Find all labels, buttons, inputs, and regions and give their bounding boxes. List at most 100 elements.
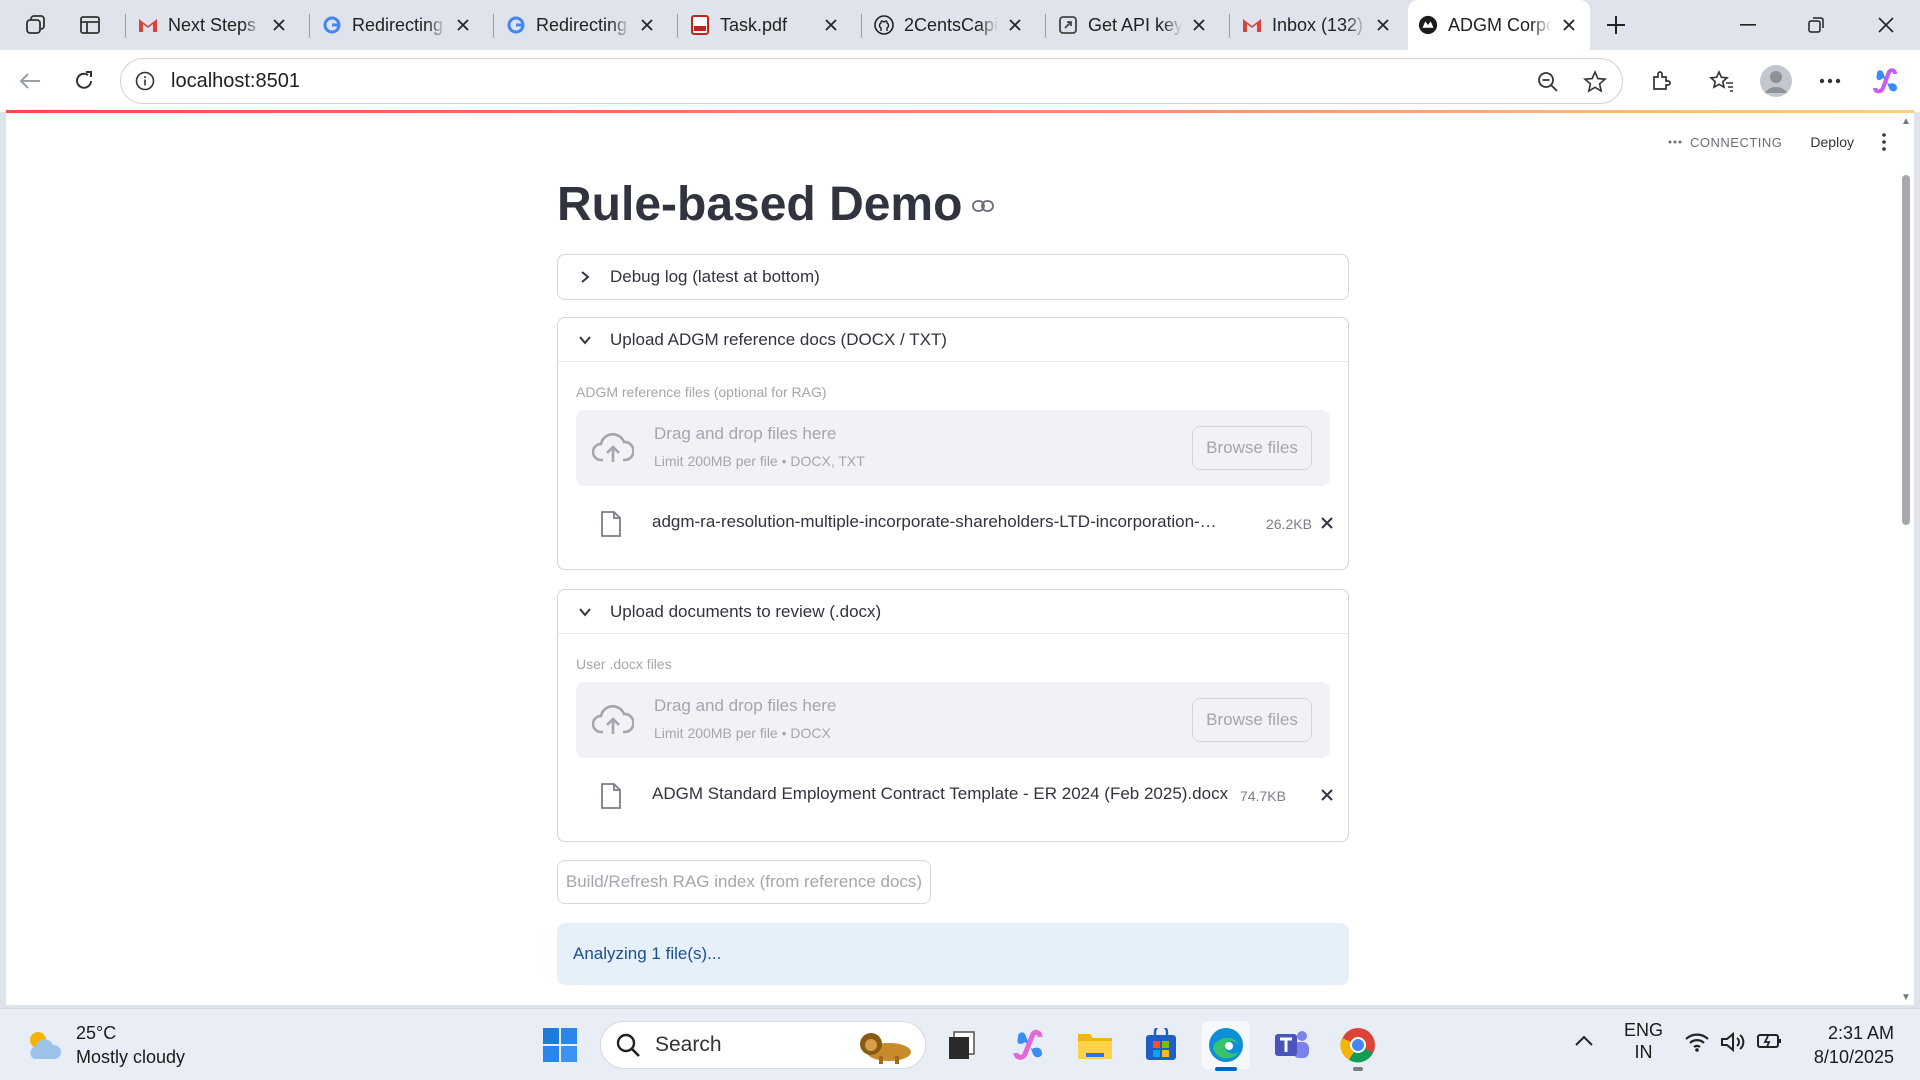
page-title-text: Rule-based Demo: [557, 178, 963, 231]
reference-dropzone[interactable]: Drag and drop files here Limit 200MB per…: [576, 410, 1330, 486]
close-icon[interactable]: [452, 14, 474, 36]
page-scrollbar[interactable]: [1902, 175, 1910, 525]
tab-title: Redirecting: [352, 14, 444, 35]
gmail-icon: [1242, 15, 1262, 35]
edge-browser-icon[interactable]: [1202, 1021, 1250, 1069]
chevron-down-icon: [574, 335, 596, 345]
battery-icon[interactable]: [1756, 1031, 1784, 1056]
github-icon: [874, 15, 894, 35]
tab-title: Inbox (132): [1272, 14, 1364, 35]
build-rag-index-button[interactable]: Build/Refresh RAG index (from reference …: [557, 860, 931, 904]
tab-redirecting-1[interactable]: Redirecting: [312, 5, 484, 45]
dropzone-title: Drag and drop files here: [654, 424, 837, 443]
review-docs-title: Upload documents to review (.docx): [610, 601, 882, 621]
clock-date: 8/10/2025: [1813, 1047, 1894, 1067]
back-icon[interactable]: [12, 63, 48, 99]
microsoft-store-icon[interactable]: [1137, 1021, 1185, 1069]
scroll-up-arrow[interactable]: ▲: [1900, 117, 1912, 127]
chevron-down-icon: [574, 607, 596, 617]
dropzone-title: Drag and drop files here: [654, 696, 837, 715]
review-docs-header[interactable]: Upload documents to review (.docx): [558, 590, 1348, 634]
reference-docs-body: ADGM reference files (optional for RAG) …: [558, 384, 1348, 556]
workspaces-icon[interactable]: [18, 8, 54, 42]
tab-separator: [1045, 14, 1046, 38]
file-icon: [601, 511, 621, 537]
file-explorer-icon[interactable]: [1071, 1021, 1119, 1069]
active-app-indicator: [1215, 1067, 1237, 1071]
uploaded-file-row: adgm-ra-resolution-multiple-incorporate-…: [576, 486, 1333, 556]
teams-icon[interactable]: [1268, 1021, 1316, 1069]
taskbar-search[interactable]: Search: [600, 1021, 926, 1069]
windows-taskbar: 25°C Mostly cloudy Search ENG IN 2:31 AM…: [0, 1008, 1920, 1080]
new-tab-icon[interactable]: [1598, 8, 1634, 42]
remove-file-icon[interactable]: [1314, 510, 1340, 536]
zoom-icon[interactable]: [1536, 70, 1560, 94]
tab-redirecting-2[interactable]: Redirecting: [496, 5, 668, 45]
address-bar[interactable]: localhost:8501: [120, 58, 1623, 104]
debug-log-header[interactable]: Debug log (latest at bottom): [558, 255, 1348, 299]
info-alert-text: Analyzing 1 file(s)...: [573, 944, 722, 963]
windows-start-icon[interactable]: [536, 1021, 584, 1069]
language-code: ENG: [1624, 1020, 1664, 1040]
search-highlight-lion-icon: [860, 1033, 911, 1064]
clock-time: 2:31 AM: [1827, 1023, 1894, 1043]
tab-github[interactable]: 2CentsCapital: [864, 5, 1036, 45]
close-icon[interactable]: [268, 14, 290, 36]
copilot-icon[interactable]: [1868, 63, 1904, 99]
reference-files-label: ADGM reference files (optional for RAG): [576, 384, 827, 400]
scroll-down-arrow[interactable]: ▼: [1900, 993, 1912, 1003]
review-docs-body: User .docx files Drag and drop files her…: [558, 656, 1348, 828]
system-clock[interactable]: 2:31 AM 8/10/2025: [1814, 1021, 1894, 1069]
profile-avatar[interactable]: [1756, 63, 1796, 99]
window-close-icon[interactable]: [1852, 0, 1920, 50]
close-icon[interactable]: [1004, 14, 1026, 36]
review-dropzone[interactable]: Drag and drop files here Limit 200MB per…: [576, 682, 1330, 758]
extensions-icon[interactable]: [1643, 63, 1679, 99]
refresh-icon[interactable]: [66, 63, 102, 99]
deploy-button[interactable]: Deploy: [1810, 134, 1854, 150]
close-icon[interactable]: [636, 14, 658, 36]
more-menu-icon[interactable]: [1812, 63, 1848, 99]
tab-actions-icon[interactable]: [72, 8, 108, 42]
copilot-taskbar-icon[interactable]: [1005, 1021, 1053, 1069]
close-icon[interactable]: [820, 14, 842, 36]
tab-title: Get API key: [1088, 14, 1182, 35]
tab-next-steps[interactable]: Next Steps: [128, 5, 300, 45]
weather-widget[interactable]: 25°C Mostly cloudy: [24, 1021, 185, 1069]
main-menu-icon[interactable]: [1882, 133, 1886, 151]
tab-task-pdf[interactable]: Task.pdf: [680, 5, 852, 45]
site-info-icon[interactable]: [135, 71, 155, 91]
reference-docs-header[interactable]: Upload ADGM reference docs (DOCX / TXT): [558, 318, 1348, 362]
favorites-icon[interactable]: [1704, 63, 1740, 99]
tab-adgm-active[interactable]: ADGM Corporate: [1408, 0, 1590, 50]
page-icon: [1058, 15, 1078, 35]
browser-tab-strip: Next Steps Redirecting Redirecting Task.…: [0, 0, 1920, 50]
tab-separator: [493, 14, 494, 38]
volume-icon[interactable]: [1720, 1031, 1746, 1058]
tab-inbox[interactable]: Inbox (132): [1232, 5, 1404, 45]
wifi-icon[interactable]: [1684, 1031, 1710, 1058]
language-indicator[interactable]: ENG IN: [1624, 1019, 1663, 1063]
show-hidden-icons-chevron[interactable]: [1574, 1031, 1594, 1052]
chrome-icon[interactable]: [1334, 1021, 1382, 1069]
tab-separator: [309, 14, 310, 38]
minimize-icon[interactable]: [1714, 0, 1782, 50]
uploaded-file-size: 26.2KB: [1266, 516, 1312, 532]
remove-file-icon[interactable]: [1314, 782, 1340, 808]
favorite-star-icon[interactable]: [1582, 69, 1608, 95]
browse-files-button[interactable]: Browse files: [1192, 698, 1312, 742]
restore-icon[interactable]: [1782, 0, 1850, 50]
task-view-icon[interactable]: [938, 1021, 986, 1069]
close-icon[interactable]: [1558, 14, 1580, 36]
weather-condition: Mostly cloudy: [76, 1047, 186, 1067]
review-docs-expander: Upload documents to review (.docx) User …: [557, 589, 1349, 842]
browser-toolbar: localhost:8501: [0, 50, 1920, 112]
close-icon[interactable]: [1188, 14, 1210, 36]
debug-log-expander[interactable]: Debug log (latest at bottom): [557, 254, 1349, 300]
pdf-icon: [690, 15, 710, 35]
tab-get-api-key[interactable]: Get API key: [1048, 5, 1220, 45]
browse-files-button[interactable]: Browse files: [1192, 426, 1312, 470]
tab-title: Task.pdf: [720, 14, 788, 35]
link-icon[interactable]: [972, 192, 995, 218]
close-icon[interactable]: [1372, 14, 1394, 36]
